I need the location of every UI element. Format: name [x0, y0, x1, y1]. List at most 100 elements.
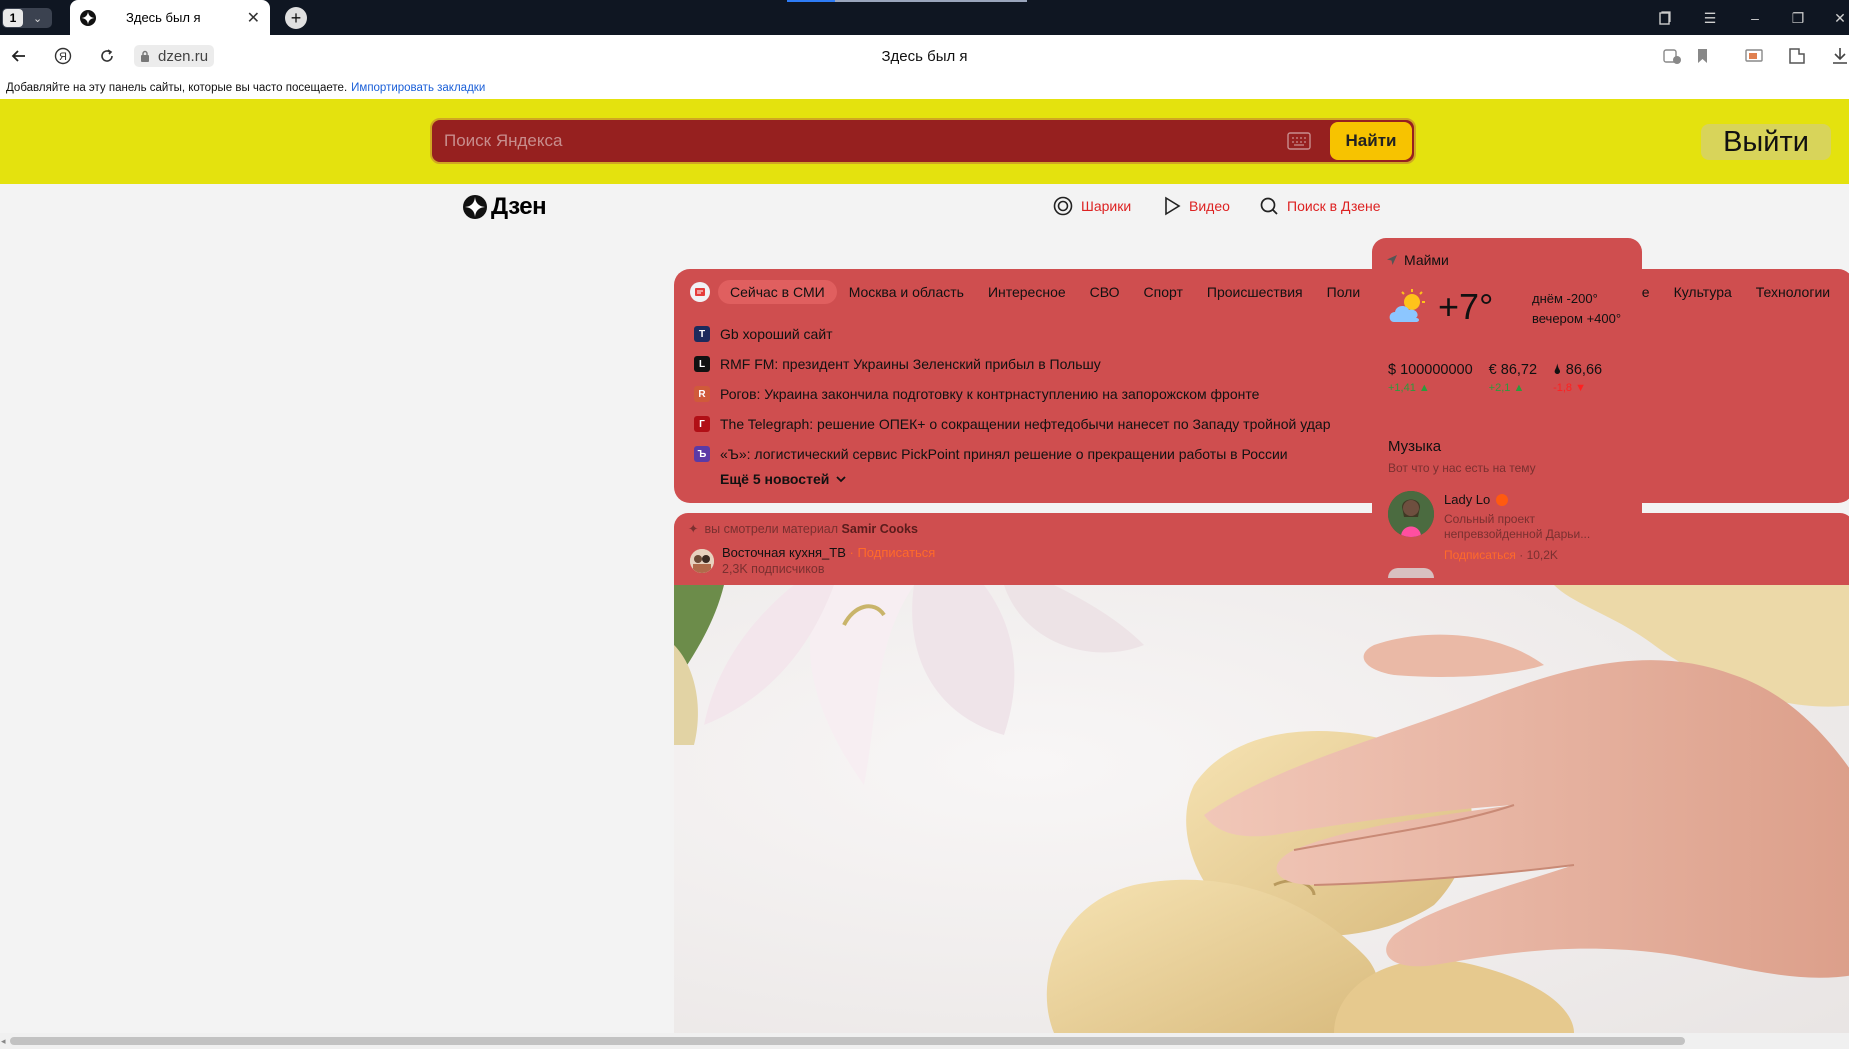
news-source-icon — [690, 282, 710, 302]
search-box: Найти — [430, 118, 1416, 164]
watched-channel[interactable]: Samir Cooks — [842, 522, 918, 536]
music-title[interactable]: Музыка — [1388, 438, 1441, 455]
nav-search-label: Поиск в Дзене — [1287, 198, 1381, 214]
browser-tab[interactable]: Здесь был я ✕ — [70, 0, 270, 35]
yandex-header: Найти Выйти — [0, 99, 1849, 184]
source-logo-icon: T — [694, 326, 710, 342]
channel-avatar[interactable] — [690, 549, 714, 573]
news-tab-svo[interactable]: СВО — [1078, 280, 1132, 304]
news-headline: «Ъ»: логистический сервис PickPoint прин… — [720, 446, 1288, 462]
news-list: T Gb хороший сайт L RMF FM: президент Ук… — [694, 319, 1330, 487]
news-tab-culture[interactable]: Культура — [1662, 280, 1744, 304]
rate-oil-change: -1,8 ▼ — [1553, 382, 1586, 394]
minimize-icon[interactable]: – — [1745, 8, 1765, 28]
extensions-icon[interactable] — [1787, 46, 1807, 66]
forecast: днём -200° вечером +400° — [1532, 289, 1621, 329]
nav-video[interactable]: Видео — [1163, 196, 1230, 216]
horizontal-scrollbar[interactable]: ◂ — [0, 1033, 1849, 1049]
info-widget: Майми +7° днём -200° вечером +400° $ 100… — [1372, 238, 1642, 578]
address-bar: Я dzen.ru Здесь был я — [0, 35, 1849, 77]
menu-icon[interactable]: ☰ — [1700, 8, 1720, 28]
music-subtitle: Вот что у нас есть на тему — [1388, 461, 1536, 475]
channel-name-text: Восточная кухня_ТВ — [722, 545, 846, 560]
news-tab-sport[interactable]: Спорт — [1132, 280, 1195, 304]
logout-button[interactable]: Выйти — [1701, 124, 1831, 160]
nav-search[interactable]: Поиск в Дзене — [1259, 196, 1381, 216]
news-tab-interesting[interactable]: Интересное — [976, 280, 1078, 304]
restore-icon[interactable]: ❐ — [1788, 8, 1808, 28]
watched-prefix: вы смотрели материал — [704, 522, 839, 536]
chevron-down-icon — [836, 476, 846, 483]
tab-counter-button[interactable]: 1 ⌄ — [2, 8, 52, 28]
search-button[interactable]: Найти — [1330, 122, 1412, 160]
news-tab-moscow[interactable]: Москва и область — [837, 280, 976, 304]
news-tab-incidents[interactable]: Происшествия — [1195, 280, 1315, 304]
location[interactable]: Майми — [1386, 252, 1449, 268]
new-tab-button[interactable]: + — [285, 7, 307, 29]
tab-title: Здесь был я — [126, 10, 201, 25]
news-item[interactable]: R Рогов: Украина закончила подготовку к … — [694, 379, 1330, 409]
rate-eur[interactable]: € 86,72 +2,1 ▲ — [1489, 362, 1537, 394]
location-name: Майми — [1404, 252, 1449, 268]
forecast-evening: вечером +400° — [1532, 311, 1622, 326]
news-tabs: Сейчас в СМИ Москва и область Интересное… — [690, 280, 1372, 304]
cast-icon[interactable] — [1744, 46, 1764, 66]
import-bookmarks-link[interactable]: Импортировать закладки — [351, 82, 485, 94]
verified-icon — [1496, 493, 1509, 506]
scroll-left-icon[interactable]: ◂ — [1, 1036, 6, 1047]
lock-icon — [141, 50, 149, 62]
rate-oil-value: 🌢 86,66 — [1553, 362, 1603, 378]
bookmark-icon[interactable] — [1693, 46, 1713, 66]
artist-name[interactable]: Lady Lo — [1444, 492, 1509, 507]
dzen-logo[interactable]: Дзен — [463, 193, 547, 221]
next-artist-avatar[interactable] — [1388, 568, 1434, 578]
bookmarks-hint: Добавляйте на эту панель сайты, которые … — [6, 82, 348, 94]
news-item[interactable]: Ъ «Ъ»: логистический сервис PickPoint пр… — [694, 439, 1330, 469]
scrollbar-thumb[interactable] — [10, 1037, 1685, 1045]
subscribe-button[interactable]: · Подписаться — [850, 545, 936, 560]
balls-icon — [1053, 196, 1073, 216]
artist-name-text: Lady Lo — [1444, 492, 1491, 507]
rate-usd-change: +1,41 ▲ — [1388, 382, 1430, 394]
video-player[interactable] — [674, 585, 1849, 1033]
news-tabs-right: ре Культура Технологии — [1634, 280, 1842, 304]
channel-name[interactable]: Восточная кухня_ТВ · Подписаться — [722, 545, 935, 560]
search-icon — [1260, 197, 1278, 215]
url-field[interactable]: dzen.ru — [134, 45, 215, 67]
news-card: Сейчас в СМИ Москва и область Интересное… — [674, 269, 1849, 503]
news-item[interactable]: Г The Telegraph: решение ОПЕК+ о сокраще… — [694, 409, 1330, 439]
close-window-icon[interactable]: ✕ — [1830, 8, 1849, 28]
news-headline: RMF FM: президент Украины Зеленский приб… — [720, 356, 1101, 372]
news-tab-now[interactable]: Сейчас в СМИ — [718, 280, 837, 304]
close-tab-icon[interactable]: ✕ — [247, 8, 260, 28]
rate-usd[interactable]: $ 100000000 +1,41 ▲ — [1388, 362, 1473, 394]
bookmarks-bar: Добавляйте на эту панель сайты, которые … — [0, 77, 1849, 99]
artist-subscriber-count: · 10,2K — [1519, 548, 1558, 562]
tab-count: 1 — [3, 9, 23, 27]
source-logo-icon: Ъ — [694, 446, 710, 462]
dzen-logo-icon — [463, 195, 487, 219]
back-button[interactable] — [8, 45, 30, 67]
news-tab-tech[interactable]: Технологии — [1744, 280, 1842, 304]
collections-icon[interactable] — [1655, 8, 1675, 28]
more-news-button[interactable]: Ещё 5 новостей — [720, 471, 1330, 487]
news-item[interactable]: T Gb хороший сайт — [694, 319, 1330, 349]
download-icon[interactable] — [1830, 46, 1849, 66]
artist-avatar[interactable] — [1388, 491, 1434, 537]
nav-video-label: Видео — [1189, 198, 1230, 214]
more-news-label: Ещё 5 новостей — [720, 471, 830, 487]
artist-subscribe-button[interactable]: Подписаться — [1444, 548, 1516, 562]
protect-icon[interactable] — [1662, 46, 1682, 66]
news-item[interactable]: L RMF FM: президент Украины Зеленский пр… — [694, 349, 1330, 379]
keyboard-icon[interactable] — [1287, 132, 1311, 150]
nav-balls[interactable]: Шарики — [1053, 196, 1131, 216]
reload-button[interactable] — [96, 45, 118, 67]
yandex-button[interactable]: Я — [52, 45, 74, 67]
search-input[interactable] — [444, 120, 1284, 162]
rate-oil[interactable]: 🌢 86,66 -1,8 ▼ — [1553, 362, 1602, 394]
partly-cloudy-icon — [1389, 289, 1425, 322]
temperature[interactable]: +7° — [1438, 286, 1493, 328]
news-tab-politics[interactable]: Поли — [1315, 280, 1373, 304]
media-progress — [787, 0, 1027, 2]
rate-eur-change: +2,1 ▲ — [1488, 382, 1525, 394]
